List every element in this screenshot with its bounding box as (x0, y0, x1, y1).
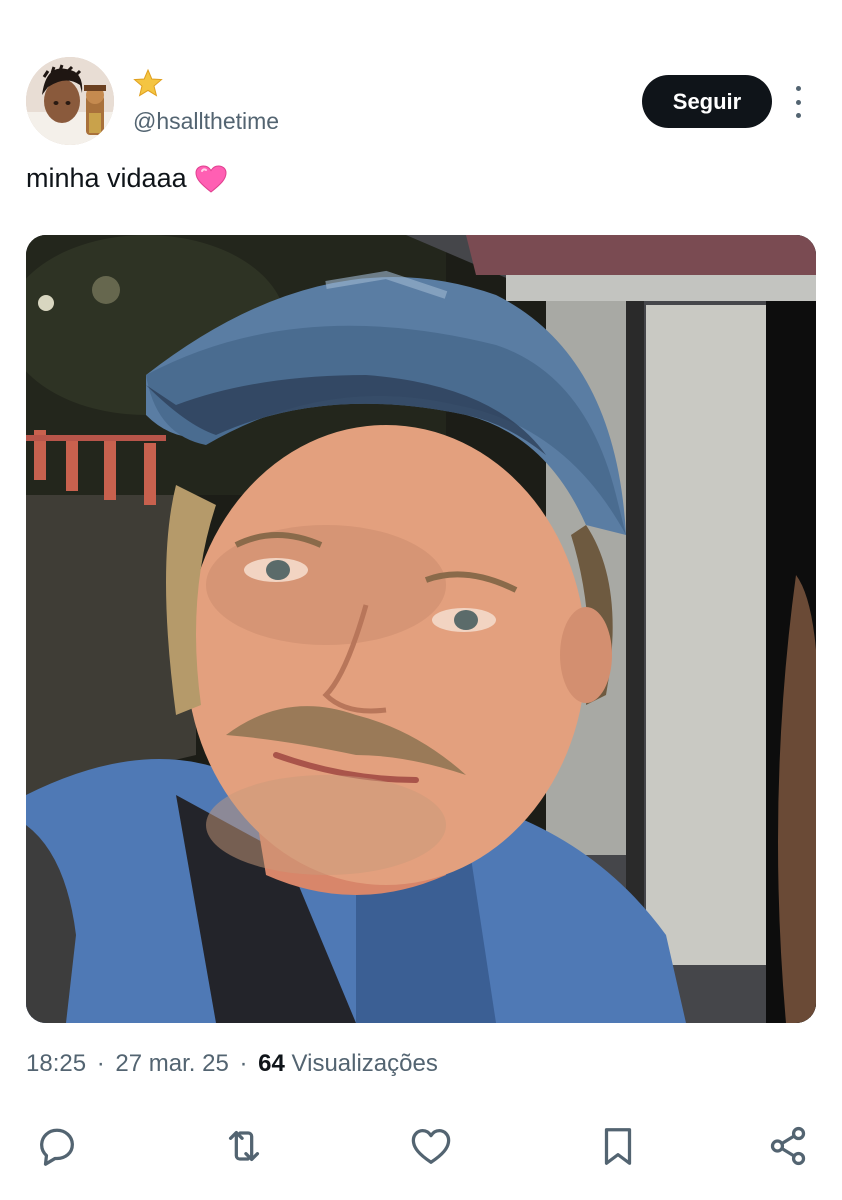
photo-image (26, 235, 816, 1023)
tweet-meta: 18:25 · 27 mar. 25 · 64 Visualizações (26, 1050, 438, 1078)
meta-separator: · (96, 1050, 105, 1077)
share-icon[interactable] (762, 1120, 814, 1172)
bookmark-icon[interactable] (592, 1120, 644, 1172)
meta-separator: · (239, 1050, 248, 1077)
tweet-page: @hsallthetime Seguir minha vidaaa 18:25 … (0, 0, 842, 1200)
like-icon[interactable] (405, 1120, 457, 1172)
tweet-date[interactable]: 27 mar. 25 (115, 1050, 228, 1077)
star-icon (133, 68, 163, 98)
tweet-text: minha vidaaa (26, 163, 187, 193)
reply-icon[interactable] (31, 1120, 83, 1172)
avatar-image (26, 57, 114, 145)
more-dot (795, 86, 801, 91)
more-vertical-icon[interactable] (786, 86, 810, 118)
follow-button[interactable]: Seguir (642, 75, 772, 128)
more-dot (795, 113, 801, 118)
tweet-time[interactable]: 18:25 (26, 1050, 86, 1077)
tweet-text-row: minha vidaaa (26, 163, 227, 194)
retweet-icon[interactable] (218, 1120, 270, 1172)
more-dot (795, 99, 801, 105)
views-label: Visualizações (291, 1050, 438, 1077)
avatar[interactable] (26, 57, 114, 145)
pink-heart-icon (195, 164, 227, 193)
user-handle[interactable]: @hsallthetime (133, 108, 279, 135)
views-count: 64 (258, 1050, 285, 1077)
tweet-photo[interactable] (26, 235, 816, 1023)
